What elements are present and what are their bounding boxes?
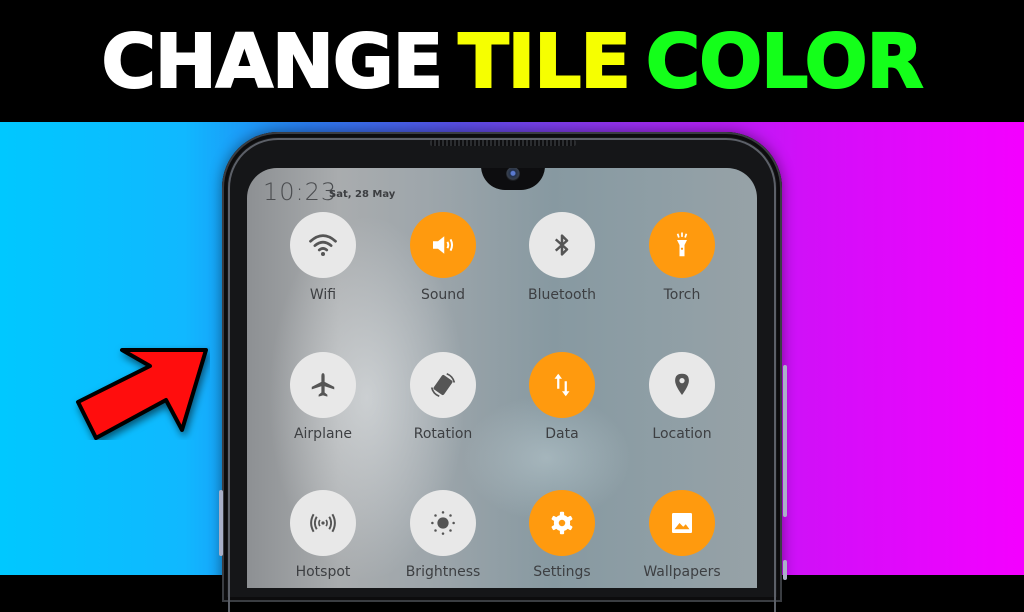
tile-wifi[interactable] [290,212,356,278]
tile-label-sound: Sound [420,287,466,303]
brightness-icon [431,511,455,535]
tile-label-hotspot: Hotspot [295,564,351,580]
tile-label-bluetooth: Bluetooth [528,287,596,303]
tile-label-settings: Settings [533,564,591,580]
volume-button [219,490,223,556]
headline-word-change: CHANGE [100,19,444,105]
wifi-icon [309,234,337,256]
sound-icon [433,236,454,254]
tile-data[interactable] [529,352,595,418]
tile-wallpapers[interactable] [649,490,715,556]
tile-airplane[interactable] [290,352,356,418]
tile-label-wallpapers: Wallpapers [643,564,721,580]
bluetooth-icon [554,234,569,256]
tile-label-wifi: Wifi [309,287,337,303]
tile-label-data: Data [545,426,579,442]
headline-title: CHANGE TILE COLOR [93,19,930,105]
tile-label-brightness: Brightness [405,564,481,580]
tile-label-torch: Torch [663,287,701,303]
wallpapers-icon [672,513,692,533]
status-date: Sat, 28 May [329,189,396,200]
tile-hotspot[interactable] [290,490,356,556]
torch-icon [676,232,688,257]
earpiece-speaker [430,140,576,146]
location-icon [675,373,689,395]
tile-brightness[interactable] [410,490,476,556]
settings-icon [551,511,573,535]
tile-sound[interactable] [410,212,476,278]
phone-screen: 10:23 Sat, 28 May Wifi Sound Bluetooth T… [247,168,757,588]
power-button [783,365,787,517]
tile-label-rotation: Rotation [413,426,473,442]
rotation-icon [430,372,456,398]
tile-torch[interactable] [649,212,715,278]
airplane-icon [311,373,335,397]
status-time: 10:23 [263,178,338,206]
red-arrow-icon [76,348,208,440]
tile-settings[interactable] [529,490,595,556]
headline-banner: CHANGE TILE COLOR [0,0,1024,122]
hotspot-icon [310,513,336,533]
tile-label-location: Location [652,426,712,442]
headline-word-color: COLOR [645,19,925,105]
data-icon [554,373,570,397]
tile-label-airplane: Airplane [293,426,353,442]
side-button [783,560,787,580]
tile-bluetooth[interactable] [529,212,595,278]
headline-word-tile: TILE [457,19,632,105]
tile-rotation[interactable] [410,352,476,418]
tile-location[interactable] [649,352,715,418]
